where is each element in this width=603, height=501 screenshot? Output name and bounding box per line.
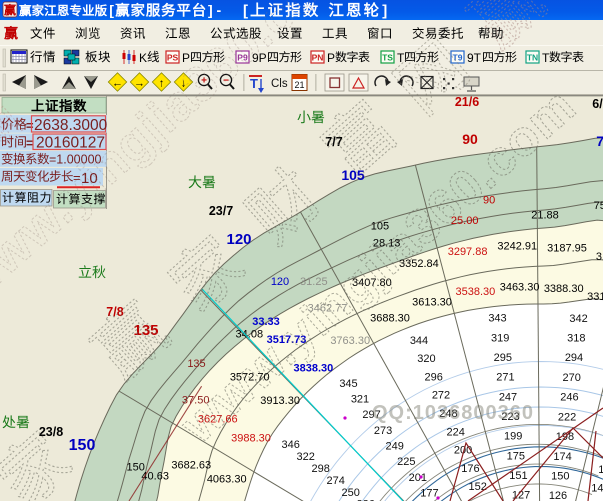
svg-text:2638.3000: 2638.3000 [34, 117, 108, 134]
svg-text:3132.99: 3132.99 [596, 251, 603, 263]
svg-text:21: 21 [294, 80, 304, 90]
svg-text:342: 342 [569, 313, 587, 325]
svg-text:=: = [26, 118, 34, 133]
svg-text:294: 294 [565, 352, 583, 364]
svg-text:3242.91: 3242.91 [497, 241, 537, 253]
svg-text:40.63: 40.63 [141, 470, 169, 482]
svg-text:3538.30: 3538.30 [456, 286, 496, 298]
svg-text:QQ:1036800360: QQ:1036800360 [372, 402, 534, 424]
svg-text:344: 344 [410, 335, 428, 347]
svg-text:176: 176 [461, 463, 479, 475]
svg-text:174: 174 [553, 451, 571, 463]
svg-text:PS: PS [167, 53, 179, 63]
svg-text:T: T [397, 51, 405, 65]
svg-text:199: 199 [504, 431, 522, 443]
svg-text:3187.95: 3187.95 [547, 242, 587, 254]
svg-text:319: 319 [491, 332, 509, 344]
svg-text:T: T [250, 76, 258, 91]
svg-text:PN: PN [312, 53, 324, 63]
svg-text:TS: TS [382, 53, 393, 63]
svg-text:296: 296 [425, 372, 443, 384]
svg-text:320: 320 [417, 353, 435, 365]
svg-text:272: 272 [432, 390, 450, 402]
svg-text:9T: 9T [467, 51, 482, 65]
svg-text:318: 318 [567, 333, 585, 345]
svg-text:120: 120 [226, 231, 251, 248]
svg-text:3688.30: 3688.30 [370, 313, 410, 325]
svg-text:3682.63: 3682.63 [171, 460, 211, 472]
svg-text:3988.30: 3988.30 [231, 432, 271, 444]
svg-text:343: 343 [488, 313, 506, 325]
svg-text:345: 345 [339, 378, 357, 390]
svg-text:7/8: 7/8 [106, 305, 123, 319]
svg-text:321: 321 [351, 394, 369, 406]
svg-text:152: 152 [469, 481, 487, 493]
svg-text:135: 135 [187, 358, 205, 370]
svg-text:173: 173 [598, 464, 603, 476]
svg-text:151: 151 [509, 470, 527, 482]
svg-text:21.88: 21.88 [531, 210, 559, 222]
svg-text:3463.30: 3463.30 [500, 281, 540, 293]
svg-text:246: 246 [560, 392, 578, 404]
svg-text:249: 249 [386, 441, 404, 453]
svg-text:274: 274 [327, 475, 345, 487]
svg-text:TN: TN [527, 53, 538, 63]
svg-text:120: 120 [271, 276, 289, 288]
svg-text:4063.30: 4063.30 [207, 473, 247, 485]
svg-text:201: 201 [409, 472, 427, 484]
svg-text:346: 346 [282, 439, 300, 451]
svg-text:Cls: Cls [271, 78, 288, 90]
svg-text:126: 126 [549, 490, 567, 501]
svg-text:21/6: 21/6 [455, 95, 479, 109]
svg-text:273: 273 [374, 425, 392, 437]
svg-text:←: ← [112, 78, 123, 90]
svg-text:→: → [134, 78, 145, 90]
svg-text:150: 150 [551, 471, 569, 483]
svg-text:K: K [139, 51, 147, 65]
svg-text:] -: ] - [208, 2, 222, 18]
svg-text:3388.30: 3388.30 [544, 283, 584, 295]
svg-text:3613.30: 3613.30 [412, 296, 452, 308]
svg-text:T9: T9 [453, 53, 463, 63]
svg-text:322: 322 [297, 451, 315, 463]
svg-text:295: 295 [494, 352, 512, 364]
svg-text:6/6: 6/6 [592, 97, 603, 111]
svg-text:177: 177 [420, 488, 438, 500]
svg-text:225: 225 [397, 456, 415, 468]
svg-text:75: 75 [594, 200, 603, 212]
svg-text:222: 222 [558, 411, 576, 423]
svg-text:P: P [327, 51, 335, 65]
svg-text:175: 175 [507, 450, 525, 462]
svg-text:224: 224 [447, 426, 465, 438]
svg-text:75: 75 [596, 133, 603, 149]
svg-text:250: 250 [342, 487, 360, 499]
svg-text:T: T [542, 51, 550, 65]
svg-text:[: [ [109, 2, 114, 18]
svg-text:298: 298 [312, 463, 330, 475]
svg-text:150: 150 [69, 437, 96, 454]
svg-text:270: 270 [563, 372, 581, 384]
svg-text:23/7: 23/7 [209, 204, 233, 218]
svg-text:3313.30: 3313.30 [587, 291, 603, 303]
svg-text:]: ] [382, 2, 387, 19]
svg-text:105: 105 [341, 167, 365, 183]
svg-text:3297.88: 3297.88 [448, 246, 488, 258]
svg-text:149: 149 [591, 482, 603, 494]
svg-text:271: 271 [496, 372, 514, 384]
